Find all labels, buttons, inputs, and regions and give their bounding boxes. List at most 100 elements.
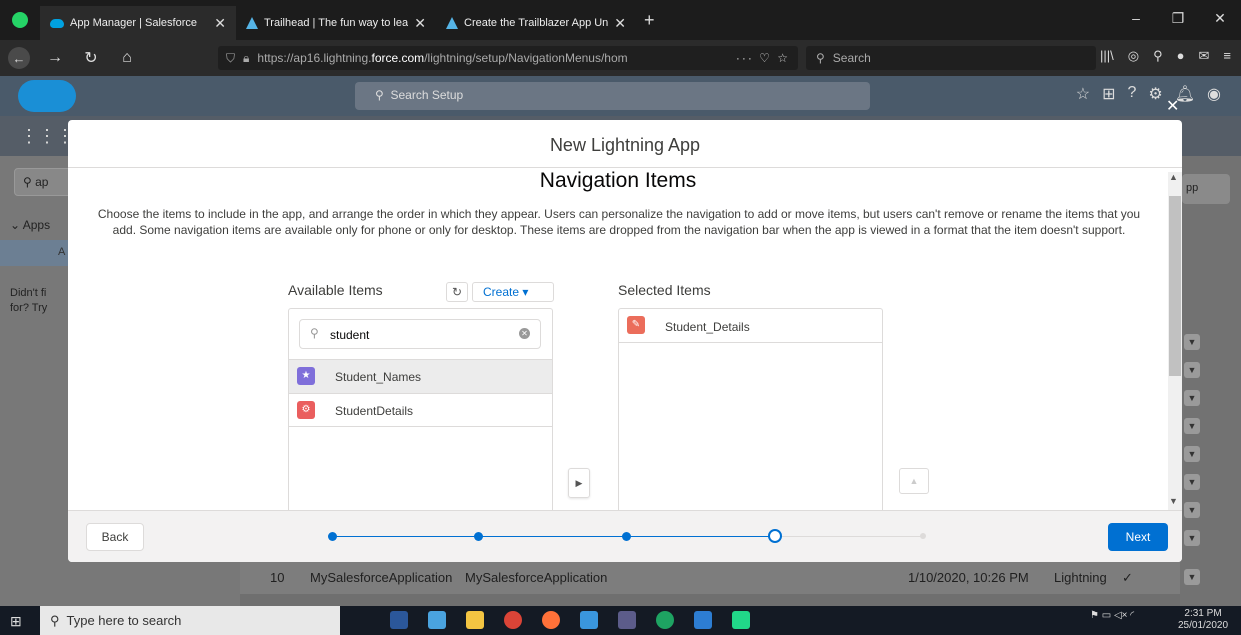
modal-footer: Back Next	[68, 510, 1182, 562]
browser-search-input[interactable]: ⚲ Search	[806, 46, 1096, 70]
selected-items-label: Selected Items	[618, 282, 711, 298]
edge-icon[interactable]	[580, 611, 598, 629]
list-item[interactable]: ★ Student_Names	[289, 359, 552, 393]
forward-arrow-icon[interactable]: →	[44, 49, 66, 67]
refresh-button[interactable]: ↻	[446, 282, 468, 302]
clock-time: 2:31 PM	[1184, 608, 1222, 619]
whatsapp-icon[interactable]: ●	[1177, 48, 1185, 64]
row-action-dropdown[interactable]: ▼	[1184, 530, 1200, 546]
taskbar-search-input[interactable]: ⚲ Type here to search	[40, 606, 340, 635]
close-tab-icon[interactable]: ✕	[414, 15, 426, 32]
windows-start-icon[interactable]: ⊞	[10, 613, 22, 630]
close-modal-icon[interactable]: ✕	[1166, 96, 1179, 116]
system-tray[interactable]: ⚑ ▭ ◁× ◜	[1090, 610, 1134, 621]
avatar[interactable]: ◉	[1207, 84, 1221, 104]
row-action-dropdown[interactable]: ▼	[1184, 362, 1200, 378]
app-launcher-icon[interactable]: ⋮⋮⋮	[20, 126, 74, 147]
account-icon[interactable]: ◎	[1128, 48, 1139, 64]
firefox-icon[interactable]	[542, 611, 560, 629]
new-lightning-app-modal: New Lightning App Navigation Items Choos…	[68, 120, 1182, 562]
create-label: Create	[483, 285, 520, 299]
progress-step-1[interactable]	[328, 532, 337, 541]
progress-step-2[interactable]	[474, 532, 483, 541]
back-arrow-icon[interactable]: ←	[8, 47, 30, 69]
setup-search-input[interactable]: ⚲ Search Setup	[355, 82, 870, 110]
add-icon[interactable]: ⊞	[1102, 84, 1115, 104]
app-icon[interactable]	[656, 611, 674, 629]
salesforce-header: ⚲ Search Setup ☆ ⊞ ? ⚙ 🔔︎ ◉	[0, 76, 1241, 116]
back-button[interactable]: Back	[86, 523, 144, 551]
file-explorer-icon[interactable]	[466, 611, 484, 629]
url-text: https://ap16.lightning.force.com/lightni…	[257, 51, 628, 65]
row-number: 10	[270, 570, 285, 585]
available-items-label: Available Items	[288, 282, 383, 298]
row-action-dropdown[interactable]: ▼	[1184, 334, 1200, 350]
address-bar[interactable]: ⛉ 🔒︎ https://ap16.lightning.force.com/li…	[218, 46, 798, 70]
clock[interactable]: 2:31 PM 25/01/2020	[1178, 608, 1228, 632]
library-icon[interactable]: |||\	[1100, 48, 1114, 64]
help-icon[interactable]: ?	[1127, 84, 1136, 104]
row-action-dropdown[interactable]: ▼	[1184, 569, 1200, 585]
clear-search-icon[interactable]: ✕	[519, 328, 530, 339]
row-last-modified: 1/10/2020, 10:26 PM	[908, 570, 1029, 585]
scroll-down-icon[interactable]: ▼	[1169, 496, 1178, 506]
tab-trailhead[interactable]: Trailhead | The fun way to learn ✕	[236, 6, 436, 40]
favorites-icon[interactable]: ☆	[1076, 84, 1090, 104]
row-action-dropdown[interactable]: ▼	[1184, 418, 1200, 434]
new-app-label: pp	[1186, 182, 1199, 194]
gear-icon[interactable]: ⚙	[1148, 84, 1162, 104]
move-to-selected-button[interactable]: ▶	[568, 468, 590, 498]
close-window-icon[interactable]: ✕	[1199, 0, 1241, 36]
close-tab-icon[interactable]: ✕	[614, 15, 626, 32]
progress-step-3[interactable]	[622, 532, 631, 541]
app-icon[interactable]	[694, 611, 712, 629]
menu-icon[interactable]: ≡	[1223, 48, 1231, 64]
list-item[interactable]: ✎ Student_Details	[619, 309, 882, 343]
row-app-type: Lightning	[1054, 570, 1107, 585]
list-item-label: Student_Names	[335, 370, 422, 384]
store-icon[interactable]	[428, 611, 446, 629]
whatsapp-tab-icon[interactable]	[0, 0, 40, 40]
apps-tree-item[interactable]: ⌄ Apps	[10, 218, 50, 232]
clock-date: 25/01/2020	[1178, 620, 1229, 631]
progress-step-4[interactable]	[768, 529, 782, 543]
available-items-search-input[interactable]: ⚲ student ✕	[299, 319, 541, 349]
tab-create-trailblazer[interactable]: Create the Trailblazer App Unit ✕	[436, 6, 636, 40]
star-icon: ★	[297, 367, 315, 385]
close-tab-icon[interactable]: ✕	[214, 15, 226, 32]
tab-title: Trailhead | The fun way to learn	[264, 17, 409, 29]
tab-app-manager[interactable]: App Manager | Salesforce ✕	[40, 6, 236, 40]
minimize-icon[interactable]: –	[1115, 0, 1157, 36]
mail-icon[interactable]: ✉	[1199, 48, 1210, 64]
scroll-up-icon[interactable]: ▲	[1169, 172, 1178, 182]
reload-icon[interactable]: ↻	[80, 48, 102, 68]
new-app-button[interactable]: pp	[1182, 174, 1230, 204]
list-item[interactable]: ⚙ StudentDetails	[289, 393, 552, 427]
next-button[interactable]: Next	[1108, 523, 1168, 551]
browser-tab-bar: App Manager | Salesforce ✕ Trailhead | T…	[0, 0, 1241, 40]
page-actions-icon[interactable]: ··· ♡ ☆	[736, 51, 790, 65]
row-action-dropdown[interactable]: ▼	[1184, 390, 1200, 406]
taskbar-search-placeholder: Type here to search	[66, 613, 182, 628]
modal-scrollbar-thumb[interactable]	[1169, 196, 1181, 376]
new-tab-button[interactable]: +	[644, 10, 655, 31]
row-action-dropdown[interactable]: ▼	[1184, 502, 1200, 518]
modal-header: New Lightning App	[68, 120, 1182, 168]
move-up-button[interactable]: ▲	[899, 468, 929, 494]
app-icon[interactable]	[618, 611, 636, 629]
create-dropdown-button[interactable]: Create ▾	[472, 282, 554, 302]
row-action-dropdown[interactable]: ▼	[1184, 446, 1200, 462]
zoom-icon[interactable]: ⚲	[1153, 48, 1163, 64]
available-items-list: ⚲ student ✕ ★ Student_Names ⚙ StudentDet…	[288, 308, 553, 514]
word-icon[interactable]	[390, 611, 408, 629]
salesforce-logo[interactable]	[18, 80, 76, 112]
setup-search-placeholder: Search Setup	[390, 88, 464, 102]
row-action-dropdown[interactable]: ▼	[1184, 474, 1200, 490]
chrome-icon[interactable]	[504, 611, 522, 629]
didnt-find-line-2: for? Try	[10, 302, 48, 314]
pycharm-icon[interactable]	[732, 611, 750, 629]
progress-bar-remaining	[778, 536, 924, 537]
home-icon[interactable]: ⌂	[116, 49, 138, 67]
didnt-find-line-1: Didn't fi	[10, 287, 47, 299]
maximize-icon[interactable]: ❐	[1157, 0, 1199, 36]
